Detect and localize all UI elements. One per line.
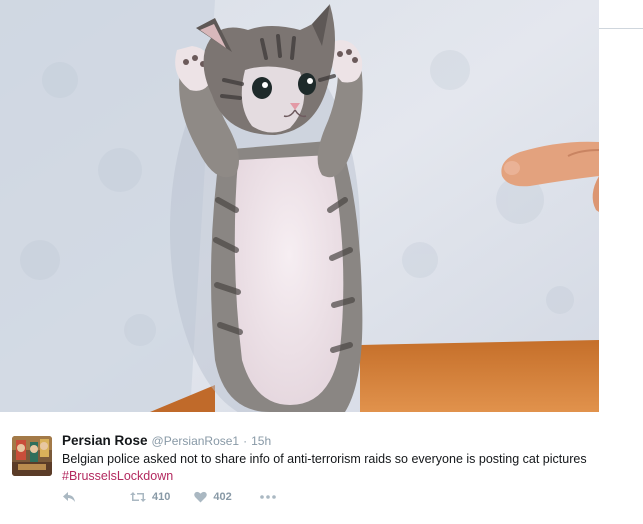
retweet-count: 410 (152, 491, 171, 503)
tweet-card: Persian Rose @PersianRose1 · 15h Belgian… (0, 0, 643, 524)
display-name[interactable]: Persian Rose (62, 432, 148, 450)
page-divider (599, 28, 643, 29)
more-button[interactable] (259, 495, 276, 499)
tweet-text: Belgian police asked not to share info o… (62, 452, 587, 466)
tweet-body: Persian Rose @PersianRose1 · 15h Belgian… (62, 432, 632, 485)
reply-button[interactable] (62, 491, 76, 503)
avatar[interactable] (12, 436, 52, 476)
like-button[interactable]: 402 (194, 491, 232, 503)
tweet-actions: 410 402 (62, 488, 276, 506)
retweet-icon (130, 491, 146, 503)
user-handle[interactable]: @PersianRose1 (152, 432, 240, 450)
tweet-photo[interactable] (0, 0, 599, 412)
heart-icon (194, 491, 208, 503)
hashtag-link[interactable]: #BrusselsLockdown (62, 468, 173, 484)
like-count: 402 (213, 491, 232, 503)
retweet-button[interactable]: 410 (130, 491, 170, 503)
tweet-header: Persian Rose @PersianRose1 · 15h (62, 432, 632, 450)
more-icon (259, 495, 276, 499)
timestamp[interactable]: 15h (251, 432, 271, 450)
separator-dot: · (243, 434, 248, 448)
reply-icon (62, 491, 76, 503)
